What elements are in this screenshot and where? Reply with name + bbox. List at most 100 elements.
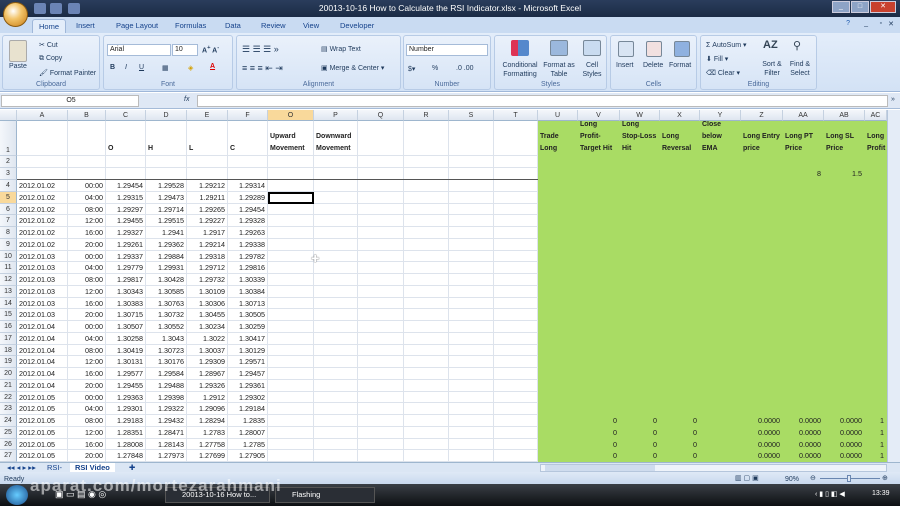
cell-value[interactable]: 0.0000 [824, 438, 865, 451]
cell[interactable] [578, 156, 620, 168]
row-header[interactable]: 18 [0, 344, 17, 357]
cell[interactable] [741, 403, 783, 415]
cell[interactable] [741, 250, 783, 263]
cell[interactable] [358, 274, 404, 286]
cell[interactable] [865, 227, 887, 239]
cell[interactable] [578, 309, 620, 321]
cell[interactable] [741, 203, 783, 216]
time-cell[interactable]: 08:00 [68, 274, 106, 286]
cell-value[interactable]: 1.29297 [106, 203, 146, 216]
align-top-icon[interactable]: ☰ ☰ ☰ » [242, 44, 279, 55]
cell[interactable] [660, 203, 700, 216]
cell-value[interactable]: 1 [865, 426, 887, 439]
cell[interactable] [578, 262, 620, 274]
formula-input[interactable] [197, 95, 888, 107]
date-cell[interactable]: 2012.01.03 [17, 274, 68, 286]
cell-value[interactable]: 0.0000 [783, 450, 824, 462]
cell[interactable] [538, 379, 578, 392]
cell[interactable] [700, 156, 741, 168]
cell[interactable] [783, 238, 824, 251]
cell[interactable] [578, 391, 620, 404]
cell[interactable] [660, 403, 700, 415]
cell-value[interactable]: 1.29528 [146, 180, 187, 192]
cell[interactable] [783, 262, 824, 274]
cell[interactable] [783, 344, 824, 357]
time-cell[interactable]: 12:00 [68, 285, 106, 298]
date-cell[interactable]: 2012.01.03 [17, 250, 68, 263]
cell[interactable] [865, 321, 887, 333]
cell[interactable] [538, 368, 578, 380]
cell[interactable] [404, 180, 449, 192]
cell-value[interactable]: 1.29328 [228, 215, 268, 227]
cell-value[interactable]: 1 [865, 415, 887, 427]
cell[interactable] [824, 309, 865, 321]
cell[interactable] [449, 368, 494, 380]
cell-AB1[interactable]: Long SL Price [824, 121, 865, 156]
cell-value[interactable]: 1.30176 [146, 356, 187, 368]
zoom-thumb[interactable] [847, 475, 851, 482]
cell-value[interactable]: 1.29212 [187, 180, 228, 192]
cell[interactable] [865, 332, 887, 345]
ribbon-minimize-icon[interactable]: _ [864, 20, 868, 27]
cell-value[interactable]: 1.28294 [187, 415, 228, 427]
cell[interactable] [538, 168, 578, 180]
cell[interactable] [268, 391, 314, 404]
cell-value[interactable]: 1 [865, 450, 887, 462]
cell[interactable] [494, 262, 538, 274]
cell-value[interactable]: 1.30258 [106, 332, 146, 345]
number-format-select[interactable]: Number [406, 44, 488, 56]
cell-D1[interactable]: H [146, 121, 187, 156]
cell[interactable] [494, 285, 538, 298]
cell[interactable] [783, 191, 824, 204]
cell[interactable] [620, 356, 660, 368]
cell[interactable] [314, 274, 358, 286]
cell[interactable] [620, 203, 660, 216]
cell[interactable] [358, 309, 404, 321]
cell-value[interactable]: 0 [578, 450, 620, 462]
cell[interactable] [865, 285, 887, 298]
cell[interactable] [268, 238, 314, 251]
cell[interactable] [449, 180, 494, 192]
cell[interactable] [865, 356, 887, 368]
cell[interactable] [865, 191, 887, 204]
cell[interactable] [783, 180, 824, 192]
cell[interactable] [358, 215, 404, 227]
date-cell[interactable]: 2012.01.04 [17, 356, 68, 368]
cell[interactable] [358, 227, 404, 239]
cell[interactable] [404, 415, 449, 427]
cell[interactable] [358, 332, 404, 345]
time-cell[interactable]: 00:00 [68, 321, 106, 333]
format-button[interactable]: Format [669, 62, 691, 69]
zoom-slider[interactable]: ⊖ ⊕ [810, 475, 890, 482]
italic-button[interactable]: I [125, 64, 127, 71]
column-header-F[interactable]: F [228, 110, 268, 121]
column-header-E[interactable]: E [187, 110, 228, 121]
cell[interactable] [449, 215, 494, 227]
cell[interactable] [494, 415, 538, 427]
cell-value[interactable]: 0.0000 [824, 450, 865, 462]
cell-value[interactable]: 1.30552 [146, 321, 187, 333]
time-cell[interactable]: 20:00 [68, 379, 106, 392]
cell[interactable] [538, 391, 578, 404]
cell-value[interactable]: 1.29398 [146, 391, 187, 404]
cell[interactable] [494, 191, 538, 204]
cell[interactable] [578, 332, 620, 345]
merge-center-button[interactable]: ▣ Merge & Center ▾ [321, 64, 384, 72]
date-cell[interactable]: 2012.01.02 [17, 238, 68, 251]
cell-value[interactable]: 1.29779 [106, 262, 146, 274]
cell[interactable] [741, 332, 783, 345]
cell[interactable] [824, 368, 865, 380]
cell[interactable] [494, 203, 538, 216]
cell[interactable] [620, 180, 660, 192]
cell[interactable] [494, 426, 538, 439]
date-cell[interactable]: 2012.01.05 [17, 426, 68, 439]
cell[interactable] [700, 391, 741, 404]
cell[interactable] [578, 403, 620, 415]
cell[interactable] [358, 391, 404, 404]
cell[interactable] [783, 321, 824, 333]
row-header[interactable]: 23 [0, 403, 17, 415]
cell[interactable] [578, 344, 620, 357]
cell-value[interactable]: 1.2912 [187, 391, 228, 404]
cell-E1[interactable]: L [187, 121, 228, 156]
cell[interactable] [449, 356, 494, 368]
